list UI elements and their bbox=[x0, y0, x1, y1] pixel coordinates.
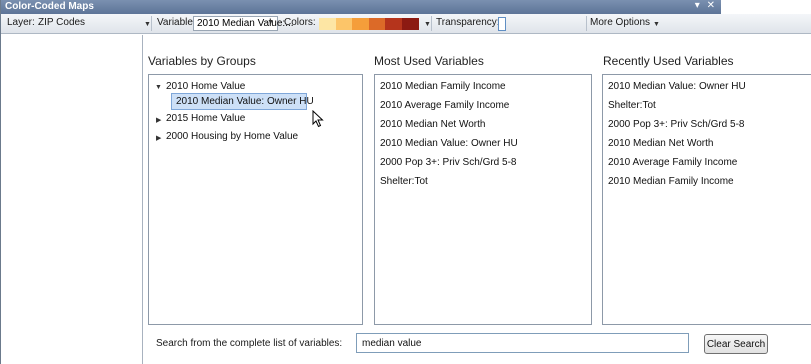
transparency-slider[interactable] bbox=[498, 17, 506, 31]
color-coded-maps-window: Color-Coded Maps ▾ ✕ Layer: ZIP Codes ▼ … bbox=[0, 0, 811, 364]
color-swatch[interactable] bbox=[368, 18, 386, 30]
recently-used-header: Recently Used Variables bbox=[603, 54, 734, 68]
list-item[interactable]: 2010 Average Family Income bbox=[380, 100, 509, 111]
toolbar: Layer: ZIP Codes ▼ Variable: 2010 Median… bbox=[1, 14, 811, 34]
color-swatch[interactable] bbox=[401, 18, 419, 30]
list-item[interactable]: 2010 Median Family Income bbox=[608, 176, 734, 187]
toolbar-separator bbox=[431, 16, 432, 31]
search-input[interactable] bbox=[356, 333, 689, 353]
layer-value[interactable]: ZIP Codes bbox=[38, 17, 85, 28]
most-used-header: Most Used Variables bbox=[374, 54, 484, 68]
title-bar-controls: ▾ ✕ bbox=[691, 0, 715, 11]
tree-node-2010-median-value[interactable]: 2010 Median Value: Owner HU bbox=[176, 96, 314, 107]
more-options-arrow-icon[interactable]: ▼ bbox=[653, 21, 660, 28]
list-item[interactable]: 2010 Median Value: Owner HU bbox=[380, 138, 518, 149]
collapsed-icon[interactable]: ▶ bbox=[156, 134, 161, 142]
list-item[interactable]: 2010 Median Value: Owner HU bbox=[608, 81, 746, 92]
clear-search-button[interactable]: Clear Search bbox=[704, 334, 768, 354]
more-options-button[interactable]: More Options bbox=[590, 17, 650, 28]
groups-header: Variables by Groups bbox=[148, 54, 256, 68]
list-item[interactable]: 2010 Median Net Worth bbox=[608, 138, 713, 149]
color-swatch[interactable] bbox=[319, 18, 336, 30]
recently-used-list bbox=[602, 74, 811, 325]
variable-select[interactable]: 2010 Median Value:... ▼ bbox=[193, 16, 294, 31]
title-bar[interactable]: Color-Coded Maps ▾ ✕ bbox=[1, 0, 721, 14]
mouse-pointer-icon bbox=[312, 110, 324, 128]
list-item[interactable]: 2010 Average Family Income bbox=[608, 157, 737, 168]
variable-select-value: 2010 Median Value:... bbox=[197, 18, 294, 29]
variable-dropdown-arrow-icon[interactable]: ▼ bbox=[267, 19, 274, 26]
colors-label: Colors: bbox=[284, 17, 316, 28]
search-label: Search from the complete list of variabl… bbox=[156, 338, 343, 349]
expanded-icon[interactable]: ▼ bbox=[155, 84, 162, 91]
list-item[interactable]: 2000 Pop 3+: Priv Sch/Grd 5-8 bbox=[380, 157, 516, 168]
window-menu-icon[interactable]: ▾ bbox=[695, 0, 700, 11]
close-icon[interactable]: ✕ bbox=[707, 0, 715, 11]
window-title: Color-Coded Maps bbox=[5, 1, 94, 12]
list-item[interactable]: Shelter:Tot bbox=[380, 176, 428, 187]
list-item[interactable]: 2000 Pop 3+: Priv Sch/Grd 5-8 bbox=[608, 119, 744, 130]
tree-node-2000-housing[interactable]: 2000 Housing by Home Value bbox=[166, 131, 298, 142]
list-item[interactable]: 2010 Median Net Worth bbox=[380, 119, 485, 130]
layer-label: Layer: bbox=[7, 17, 35, 28]
color-swatch[interactable] bbox=[335, 18, 353, 30]
toolbar-separator bbox=[586, 16, 587, 31]
most-used-list bbox=[374, 74, 592, 325]
color-swatch[interactable] bbox=[385, 18, 402, 30]
tree-node-2015-home-value[interactable]: 2015 Home Value bbox=[166, 113, 245, 124]
color-swatch[interactable] bbox=[352, 18, 369, 30]
left-pane bbox=[1, 35, 143, 364]
toolbar-separator bbox=[151, 16, 152, 31]
transparency-label: Transparency: bbox=[436, 17, 500, 28]
list-item[interactable]: Shelter:Tot bbox=[608, 100, 656, 111]
collapsed-icon[interactable]: ▶ bbox=[156, 116, 161, 124]
tree-node-2010-home-value[interactable]: 2010 Home Value bbox=[166, 81, 245, 92]
layer-dropdown-arrow-icon[interactable]: ▼ bbox=[144, 21, 151, 28]
groups-tree bbox=[148, 74, 363, 325]
list-item[interactable]: 2010 Median Family Income bbox=[380, 81, 506, 92]
variable-label: Variable: bbox=[157, 17, 196, 28]
colors-dropdown-arrow-icon[interactable]: ▼ bbox=[424, 21, 431, 28]
